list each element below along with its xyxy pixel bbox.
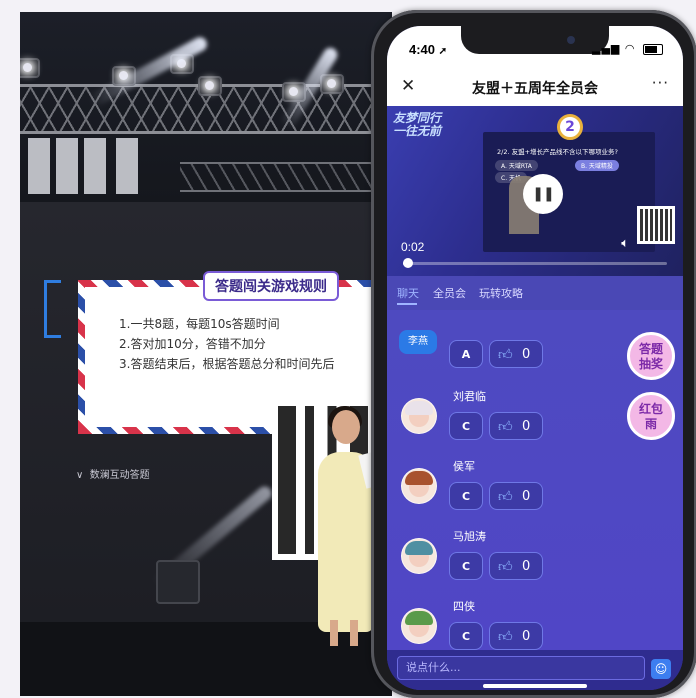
presenter-leg (330, 620, 338, 646)
red-packet-label: 红包雨 (638, 402, 663, 431)
page-title: 友盟＋五周年全员会 (472, 81, 598, 97)
stage-photo: 答题闯关游戏规则 1.一共8题，每题10s答题时间 2.答对加10分，答错不加分… (20, 12, 392, 696)
window (56, 138, 78, 194)
event-logo: 友梦同行 一往无前 (393, 112, 441, 138)
user-name: 侯军 (453, 460, 475, 473)
like-button[interactable]: 👍︎ 0 (489, 552, 543, 580)
clock: 4:40 ➚ (409, 42, 447, 57)
phone-frame: 4:40 ➚ ▂▄▆ ◠ ✕ 友盟＋五周年全员会 ··· 友梦同行 一往无前 2… (371, 10, 696, 698)
answer-chip: C (449, 482, 483, 510)
video-option: A. 天域RTA (495, 160, 538, 171)
thumbs-up-icon: 👍︎ (498, 347, 513, 363)
chat-row: 侯军 C 👍︎ 0 (387, 456, 683, 516)
thumbs-up-icon: 👍︎ (498, 629, 513, 645)
tab-guide[interactable]: 玩转攻略 (479, 285, 523, 301)
presenter-head (332, 410, 360, 444)
avatar[interactable] (401, 538, 437, 574)
title-bar: ✕ 友盟＋五周年全员会 ··· (387, 68, 683, 107)
like-count: 0 (522, 629, 531, 644)
like-button[interactable]: 👍︎ 0 (489, 482, 543, 510)
interaction-label: ∨ 数澜互动答题 (76, 470, 150, 481)
user-name: 马旭涛 (453, 530, 486, 543)
video-qr-code (637, 206, 675, 244)
interaction-label-text: 数澜互动答题 (89, 470, 150, 481)
home-indicator[interactable] (483, 684, 587, 688)
tab-all-hands[interactable]: 全员会 (433, 285, 466, 301)
qr-pattern (640, 209, 672, 241)
like-count: 0 (522, 559, 531, 574)
like-count: 0 (522, 419, 531, 434)
user-name: 四侠 (453, 600, 475, 613)
progress-bar[interactable] (403, 258, 667, 268)
video-question-text: 2/2. 友盟+增长产品线不含以下哪项业务? (497, 148, 618, 156)
answer-chip: C (449, 412, 483, 440)
message-input[interactable]: 说点什么... (397, 656, 645, 680)
avatar[interactable] (401, 468, 437, 504)
tab-bar: 聊天 全员会 玩转攻略 (387, 276, 683, 310)
signal-icon: ▂▄▆ (592, 42, 621, 55)
chat-list: 李燕 A 👍︎ 0 刘君临 C 👍︎ 0 侯军 C 👍︎ 0 马旭涛 C 👍︎ … (387, 310, 683, 650)
wifi-icon: ◠ (624, 42, 636, 55)
more-icon[interactable]: ··· (652, 74, 669, 92)
like-button[interactable]: 👍︎ 0 (489, 340, 543, 368)
like-button[interactable]: 👍︎ 0 (489, 622, 543, 650)
video-option: B. 天域精投 (575, 160, 619, 171)
answer-chip: C (449, 552, 483, 580)
tab-active-indicator (397, 303, 417, 305)
quiz-lottery-label: 答题 抽奖 (638, 342, 663, 371)
tab-chat[interactable]: 聊天 (397, 285, 419, 301)
emoji-icon[interactable]: ☺ (651, 659, 671, 679)
phone-screen: 4:40 ➚ ▂▄▆ ◠ ✕ 友盟＋五周年全员会 ··· 友梦同行 一往无前 2… (387, 26, 683, 690)
chat-row: 四侠 C 👍︎ 0 (387, 596, 683, 656)
like-count: 0 (522, 347, 531, 362)
current-time: 0:02 (401, 240, 425, 254)
avatar-hair (405, 401, 433, 415)
window (116, 138, 138, 194)
answer-chip: A (449, 340, 483, 368)
pause-icon[interactable]: ❚❚ (523, 174, 563, 214)
progress-handle[interactable] (403, 258, 414, 268)
avatar[interactable] (401, 608, 437, 644)
user-name: 刘君临 (453, 390, 486, 403)
like-button[interactable]: 👍︎ 0 (489, 412, 543, 440)
status-bar: 4:40 ➚ ▂▄▆ ◠ (387, 26, 683, 68)
system-icons: ▂▄▆ ◠ (592, 42, 663, 55)
window (28, 138, 50, 194)
lighting-truss (180, 162, 392, 192)
window (84, 138, 106, 194)
location-icon: ➚ (438, 46, 448, 57)
volume-icon[interactable]: 🔈︎ (621, 236, 629, 251)
thumbs-up-icon: 👍︎ (498, 419, 513, 435)
rules-title: 答题闯关游戏规则 (203, 271, 339, 301)
screen-bracket (44, 280, 61, 338)
event-logo-line: 一往无前 (393, 124, 442, 138)
stage-lamp-icon (20, 58, 40, 78)
avatar-hair (405, 611, 433, 625)
rules-line: 3.答题结束后，根据答题总分和时间先后 (119, 357, 335, 371)
avatar-hair (405, 471, 433, 485)
rules-line: 1.一共8题，每题10s答题时间 (119, 317, 280, 331)
quiz-lottery-button[interactable]: 答题 抽奖 (627, 332, 675, 380)
thumbs-up-icon: 👍︎ (498, 489, 513, 505)
thumbs-up-icon: 👍︎ (498, 559, 513, 575)
avatar-hair (405, 541, 433, 555)
chat-row: 马旭涛 C 👍︎ 0 (387, 526, 683, 586)
like-count: 0 (522, 489, 531, 504)
avatar[interactable] (401, 398, 437, 434)
avatar[interactable]: 李燕 (399, 330, 437, 354)
red-packet-button[interactable]: 红包雨 (627, 392, 675, 440)
notch (461, 26, 609, 54)
answer-chip: C (449, 622, 483, 650)
question-number-badge: 2 (557, 114, 583, 140)
stage-lamp-icon (198, 76, 222, 96)
video-player[interactable]: 友梦同行 一往无前 2 2/2. 友盟+增长产品线不含以下哪项业务? A. 天域… (387, 106, 683, 276)
floor-lamp-icon (156, 560, 200, 604)
battery-icon (643, 43, 663, 55)
rules-line: 2.答对加10分，答错不加分 (119, 337, 266, 351)
clock-time: 4:40 (409, 42, 436, 57)
presenter-leg (350, 620, 358, 646)
